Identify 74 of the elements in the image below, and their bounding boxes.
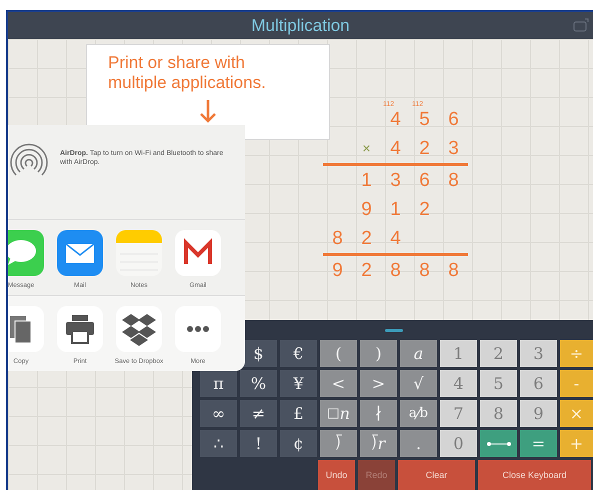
copy-icon[interactable] <box>8 306 44 352</box>
keyboard-key[interactable]: ( <box>320 340 357 367</box>
keyboard-key[interactable]: ≠ <box>240 400 277 427</box>
digit: 2 <box>419 198 430 220</box>
digit: 2 <box>419 138 430 158</box>
keyboard-key[interactable]: 6 <box>520 370 557 397</box>
keyboard-key[interactable]: . <box>400 430 437 457</box>
keyboard-key[interactable]: 4 <box>440 370 477 397</box>
digit: 8 <box>419 260 430 280</box>
keyboard-key[interactable]: 0 <box>440 430 477 457</box>
keyboard-key[interactable]: 5 <box>480 370 517 397</box>
keyboard-key[interactable]: ÷ <box>560 340 593 367</box>
keyboard-key[interactable]: √ <box>400 370 437 397</box>
digit: 4 <box>390 228 401 248</box>
keyboard-key[interactable]: £ <box>280 400 317 427</box>
digit: 9 <box>332 260 343 280</box>
keyboard-key[interactable]: 8 <box>480 400 517 427</box>
keyboard-key[interactable]: € <box>280 340 317 367</box>
digit: 6 <box>448 108 459 130</box>
printer-icon[interactable] <box>57 306 103 352</box>
line-segment-icon <box>486 440 512 446</box>
keyboard-key[interactable]: 9 <box>520 400 557 427</box>
keyboard-key[interactable]: ! <box>240 430 277 457</box>
command-button[interactable]: Undo <box>318 460 355 490</box>
window-title: Multiplication <box>251 16 350 36</box>
keyboard-key[interactable]: ¢ <box>280 430 317 457</box>
digit: 2 <box>361 260 372 280</box>
digit: 4 <box>390 108 401 130</box>
down-arrow-icon <box>199 99 217 123</box>
digit: 8 <box>448 260 459 280</box>
keyboard-key[interactable]: + <box>560 430 593 457</box>
keyboard-key[interactable]: 1 <box>440 340 477 367</box>
keyboard-key[interactable]: ¥ <box>280 370 317 397</box>
digit: 4 <box>390 138 401 158</box>
digit: 8 <box>390 260 401 280</box>
keyboard-key[interactable]: 2 <box>480 340 517 367</box>
command-button[interactable]: Clear <box>398 460 475 490</box>
keyboard-key[interactable]: = <box>520 430 557 457</box>
keyboard-key[interactable]: ⟌r <box>360 430 397 457</box>
window-icon[interactable] <box>573 18 589 32</box>
keyboard-key[interactable]: ∞ <box>200 400 237 427</box>
keyboard-key[interactable]: a <box>400 340 437 367</box>
digit: 3 <box>390 170 401 190</box>
keyboard-key[interactable]: ) <box>360 340 397 367</box>
digit: 1 <box>390 198 401 220</box>
digit: 2 <box>361 228 372 248</box>
keyboard-key[interactable]: 3 <box>520 340 557 367</box>
keyboard-key[interactable]: 7 <box>440 400 477 427</box>
keyboard-key[interactable]: ∴ <box>200 430 237 457</box>
speech-bubble-icon[interactable] <box>8 230 44 276</box>
digit: × <box>362 140 371 156</box>
keyboard-key[interactable]: ⟌ <box>320 430 357 457</box>
digit: 3 <box>448 138 459 158</box>
dropbox-icon[interactable] <box>116 306 162 352</box>
digit: 6 <box>419 170 430 190</box>
callout-text: Print or share with multiple applications. <box>108 53 267 93</box>
line-segment-key[interactable] <box>480 430 517 457</box>
digit: 9 <box>361 198 372 220</box>
envelope-m-icon[interactable] <box>175 230 221 276</box>
digit: 8 <box>448 170 459 190</box>
more-icon[interactable] <box>175 306 221 352</box>
digit: 1 <box>361 170 372 190</box>
drag-handle[interactable] <box>385 328 403 332</box>
keyboard-key[interactable]: % <box>240 370 277 397</box>
keyboard-key[interactable]: < <box>320 370 357 397</box>
keyboard-key[interactable]: - <box>560 370 593 397</box>
digit: 8 <box>332 228 343 248</box>
envelope-icon[interactable] <box>57 230 103 276</box>
command-button[interactable]: Close Keyboard <box>478 460 591 490</box>
keyboard-key[interactable]: π <box>200 370 237 397</box>
digit: 5 <box>419 108 430 130</box>
keyboard-key[interactable]: > <box>360 370 397 397</box>
keyboard-key[interactable]: ∤ <box>360 400 397 427</box>
keyboard-key[interactable]: × <box>560 400 593 427</box>
